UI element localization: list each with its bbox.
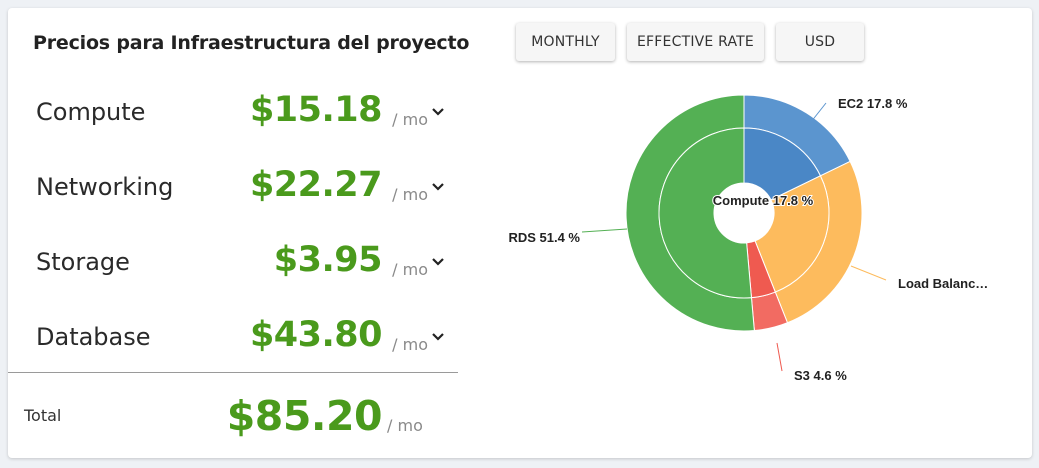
- divider: [8, 372, 458, 373]
- s3-data-label: S3 4.6 %: [794, 368, 847, 383]
- s3-leader-line: [776, 342, 783, 372]
- rds-leader-line: [581, 228, 628, 233]
- cost-row-networking[interactable]: Networking $22.27 / mo: [36, 163, 446, 213]
- currency-button[interactable]: USD: [776, 23, 864, 61]
- cost-row-compute[interactable]: Compute $15.18 / mo: [36, 88, 446, 138]
- cost-price: $22.27: [249, 165, 383, 205]
- chevron-down-icon[interactable]: [430, 179, 446, 195]
- cost-label: Compute: [36, 98, 146, 126]
- cost-price: $15.18: [249, 90, 383, 130]
- compute-data-label: Compute 17.8 %: [713, 193, 814, 208]
- cost-label: Storage: [36, 248, 130, 276]
- monthly-button[interactable]: MONTHLY: [516, 23, 615, 61]
- cost-row-database[interactable]: Database $43.80 / mo: [36, 313, 446, 363]
- total-price: $85.20: [226, 392, 383, 440]
- chevron-down-icon[interactable]: [430, 104, 446, 120]
- lb-data-label: Load Balanc…: [898, 276, 988, 291]
- cost-price: $3.95: [273, 240, 383, 280]
- cost-unit: / mo: [392, 110, 428, 129]
- effective-rate-button[interactable]: EFFECTIVE RATE: [627, 23, 764, 61]
- rds-data-label: RDS 51.4 %: [508, 230, 580, 245]
- cost-unit: / mo: [392, 335, 428, 354]
- chevron-down-icon[interactable]: [430, 329, 446, 345]
- sunburst-chart: EC2 17.8 % Load Balanc… S3 4.6 % RDS 51.…: [508, 94, 988, 383]
- cost-label: Networking: [36, 173, 174, 201]
- page-title: Precios para Infraestructura del proyect…: [33, 32, 470, 54]
- cost-price: $43.80: [249, 315, 383, 355]
- total-unit: / mo: [387, 416, 423, 435]
- total-label: Total: [24, 406, 62, 425]
- cost-row-storage[interactable]: Storage $3.95 / mo: [36, 238, 446, 288]
- chevron-down-icon[interactable]: [430, 254, 446, 270]
- ec2-data-label: EC2 17.8 %: [838, 96, 908, 111]
- lb-leader-line: [850, 265, 887, 281]
- cost-unit: / mo: [392, 185, 428, 204]
- inner-ring: [658, 127, 830, 299]
- cost-label: Database: [36, 323, 151, 351]
- cost-unit: / mo: [392, 260, 428, 279]
